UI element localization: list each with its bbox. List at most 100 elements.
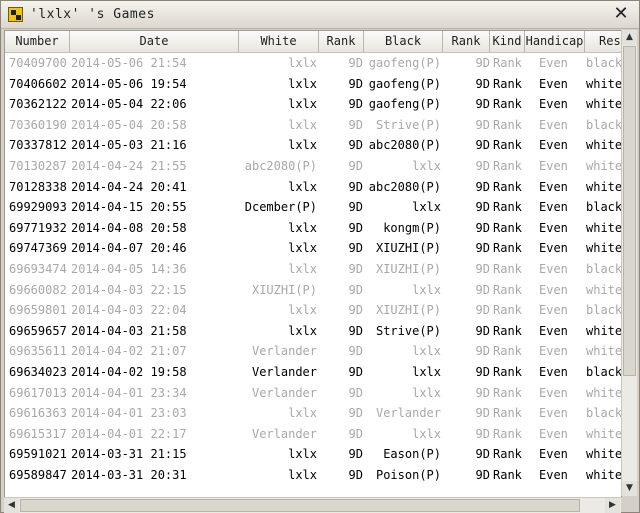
scroll-right-arrow-icon[interactable]: ▶ xyxy=(605,498,620,513)
cell-date: 2014-04-05 14:36 xyxy=(71,261,187,276)
games-window: 'lxlx' 's Games ✕ Number Date White Rank… xyxy=(0,0,640,513)
cell-result: white xyxy=(586,344,622,359)
column-header-white-rank[interactable]: Rank xyxy=(319,31,364,52)
table-row[interactable]: 69693474 2014-04-05 14:36 lxlx 9D XIUZHI(P) 9… xyxy=(5,259,621,280)
cell-number: 69693474 xyxy=(9,261,67,276)
cell-handicap: Even xyxy=(539,406,568,421)
vertical-scroll-thumb[interactable] xyxy=(623,46,636,376)
cell-number: 70128338 xyxy=(9,179,67,194)
cell-black: lxlx xyxy=(412,364,441,379)
cell-number: 70337812 xyxy=(9,138,67,153)
games-list[interactable]: Number Date White Rank Black Rank Kind H… xyxy=(4,30,622,498)
cell-number: 69659657 xyxy=(9,323,67,338)
cell-date: 2014-04-02 21:07 xyxy=(71,344,187,359)
cell-kind: Rank xyxy=(493,220,522,235)
table-row[interactable]: 70406602 2014-05-06 19:54 lxlx 9D gaofeng(P)… xyxy=(5,74,621,95)
table-row[interactable]: 70362122 2014-05-04 22:06 lxlx 9D gaofeng(P)… xyxy=(5,94,621,115)
column-header-number[interactable]: Number xyxy=(5,31,70,52)
cell-white: XIUZHI(P) xyxy=(251,282,317,297)
table-row[interactable]: 69591021 2014-03-31 21:15 lxlx 9D Eason(P) 9D… xyxy=(5,444,621,465)
column-header-black-rank[interactable]: Rank xyxy=(443,31,490,52)
cell-black: XIUZHI(P) xyxy=(375,241,441,256)
cell-white: lxlx xyxy=(288,241,317,256)
cell-number: 69634023 xyxy=(9,364,67,379)
vertical-scrollbar[interactable]: ▲ ▼ xyxy=(621,30,637,496)
table-row[interactable]: 70409700 2014-05-06 21:54 lxlx 9D gaofeng(P)… xyxy=(5,53,621,74)
cell-date: 2014-03-31 20:31 xyxy=(71,467,187,482)
cell-white: lxlx xyxy=(288,447,317,462)
resize-grip[interactable] xyxy=(621,497,636,512)
column-header-date[interactable]: Date xyxy=(70,31,239,52)
horizontal-scroll-thumb[interactable] xyxy=(20,499,580,512)
table-row[interactable]: 70360190 2014-05-04 20:58 lxlx 9D Strive(P) 9… xyxy=(5,115,621,136)
horizontal-scrollbar[interactable]: ◀ ▶ xyxy=(4,497,621,513)
cell-handicap: Even xyxy=(539,282,568,297)
cell-date: 2014-05-04 20:58 xyxy=(71,117,187,132)
cell-brank: 9D xyxy=(475,241,490,256)
cell-number: 70362122 xyxy=(9,97,67,112)
table-row[interactable]: 69659801 2014-04-03 22:04 lxlx 9D XIUZHI(P) 9… xyxy=(5,300,621,321)
cell-wrank: 9D xyxy=(348,426,363,441)
column-header-result[interactable]: Result xyxy=(585,31,621,52)
cell-date: 2014-05-04 22:06 xyxy=(71,97,187,112)
cell-date: 2014-04-03 22:04 xyxy=(71,303,187,318)
cell-wrank: 9D xyxy=(348,76,363,91)
cell-black: lxlx xyxy=(412,344,441,359)
cell-result: white xyxy=(586,426,622,441)
cell-white: lxlx xyxy=(288,261,317,276)
table-row[interactable]: 69589847 2014-03-31 20:31 lxlx 9D Poison(P) 9… xyxy=(5,465,621,486)
column-header-handicap[interactable]: Handicap xyxy=(525,31,585,52)
table-row[interactable]: 69634023 2014-04-02 19:58 Verlander 9D lxlx 9… xyxy=(5,362,621,383)
cell-wrank: 9D xyxy=(348,406,363,421)
cell-wrank: 9D xyxy=(348,303,363,318)
title-bar[interactable]: 'lxlx' 's Games ✕ xyxy=(1,1,639,29)
scroll-left-arrow-icon[interactable]: ◀ xyxy=(4,498,19,513)
cell-black: lxlx xyxy=(412,158,441,173)
table-row[interactable]: 69929093 2014-04-15 20:55 Dcember(P) 9D lxlx… xyxy=(5,197,621,218)
cell-black: Verlander xyxy=(375,406,441,421)
table-row[interactable]: 70130287 2014-04-24 21:55 abc2080(P) 9D lxlx… xyxy=(5,156,621,177)
cell-white: lxlx xyxy=(288,117,317,132)
cell-date: 2014-05-03 21:16 xyxy=(71,138,187,153)
column-header-white[interactable]: White xyxy=(239,31,319,52)
cell-black: gaofeng(P) xyxy=(368,76,441,91)
cell-wrank: 9D xyxy=(348,117,363,132)
cell-white: lxlx xyxy=(288,467,317,482)
cell-black: Strive(P) xyxy=(375,323,441,338)
cell-kind: Rank xyxy=(493,56,522,70)
table-row[interactable]: 69771932 2014-04-08 20:58 lxlx 9D kongm(P) 9D… xyxy=(5,218,621,239)
column-header-kind[interactable]: Kind xyxy=(490,31,525,52)
table-row[interactable]: 69616363 2014-04-01 23:03 lxlx 9D Verlander 9… xyxy=(5,403,621,424)
table-row[interactable]: 70337812 2014-05-03 21:16 lxlx 9D abc2080(P)… xyxy=(5,135,621,156)
table-header: Number Date White Rank Black Rank Kind H… xyxy=(5,31,621,53)
cell-kind: Rank xyxy=(493,323,522,338)
cell-white: Dcember(P) xyxy=(244,200,317,215)
column-header-black[interactable]: Black xyxy=(364,31,443,52)
cell-brank: 9D xyxy=(475,179,490,194)
cell-brank: 9D xyxy=(475,117,490,132)
scroll-down-arrow-icon[interactable]: ▼ xyxy=(622,481,637,496)
cell-brank: 9D xyxy=(475,467,490,482)
table-row[interactable]: 69635611 2014-04-02 21:07 Verlander 9D lxlx 9… xyxy=(5,341,621,362)
cell-black: lxlx xyxy=(412,282,441,297)
cell-number: 70360190 xyxy=(9,117,67,132)
cell-brank: 9D xyxy=(475,344,490,359)
app-icon xyxy=(8,7,23,22)
table-row[interactable]: 69615317 2014-04-01 22:17 Verlander 9D lxlx 9… xyxy=(5,424,621,445)
table-row[interactable]: 70128338 2014-04-24 20:41 lxlx 9D abc2080(P)… xyxy=(5,177,621,198)
cell-white: Verlander xyxy=(251,364,317,379)
cell-black: abc2080(P) xyxy=(368,138,441,153)
cell-result: white xyxy=(586,447,622,462)
scroll-up-arrow-icon[interactable]: ▲ xyxy=(622,30,637,45)
cell-brank: 9D xyxy=(475,158,490,173)
close-button[interactable]: ✕ xyxy=(610,4,632,24)
cell-handicap: Even xyxy=(539,200,568,215)
cell-wrank: 9D xyxy=(348,138,363,153)
table-row[interactable]: 69659657 2014-04-03 21:58 lxlx 9D Strive(P) 9… xyxy=(5,321,621,342)
table-row[interactable]: 69617013 2014-04-01 23:34 Verlander 9D lxlx 9… xyxy=(5,383,621,404)
table-row[interactable]: 69747369 2014-04-07 20:46 lxlx 9D XIUZHI(P) 9… xyxy=(5,238,621,259)
cell-black: gaofeng(P) xyxy=(368,97,441,112)
cell-number: 69615317 xyxy=(9,426,67,441)
cell-result: black xyxy=(586,406,622,421)
table-row[interactable]: 69660082 2014-04-03 22:15 XIUZHI(P) 9D lxlx 9… xyxy=(5,280,621,301)
